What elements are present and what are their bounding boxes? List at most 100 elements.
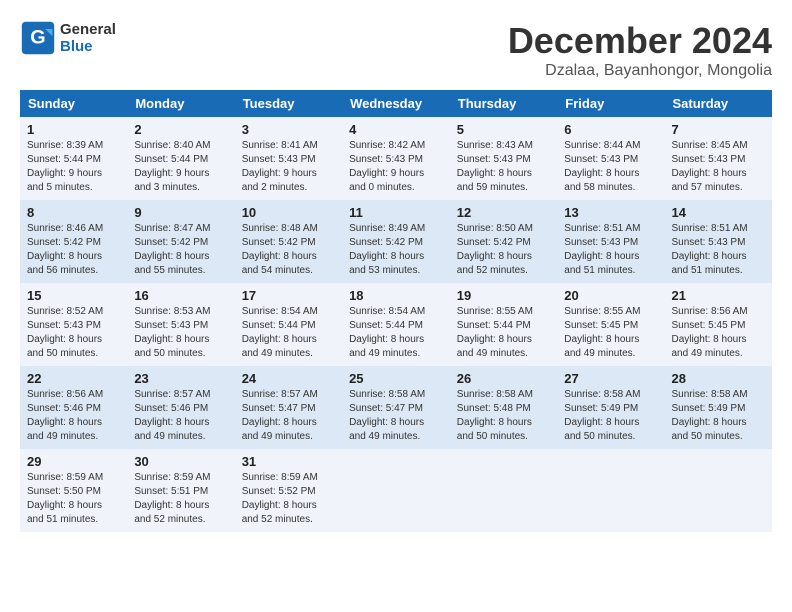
calendar-cell: 3 Sunrise: 8:41 AM Sunset: 5:43 PM Daylig… (235, 117, 342, 200)
day-number: 21 (671, 288, 765, 303)
svg-text:G: G (30, 26, 45, 48)
calendar-cell (664, 449, 772, 532)
day-info: Sunrise: 8:44 AM Sunset: 5:43 PM Dayligh… (564, 139, 657, 195)
logo: G General Blue (20, 20, 116, 56)
weekday-friday: Friday (557, 90, 664, 117)
day-info: Sunrise: 8:52 AM Sunset: 5:43 PM Dayligh… (27, 305, 120, 361)
day-number: 16 (134, 288, 227, 303)
week-row-2: 8 Sunrise: 8:46 AM Sunset: 5:42 PM Daylig… (20, 200, 772, 283)
day-info: Sunrise: 8:53 AM Sunset: 5:43 PM Dayligh… (134, 305, 227, 361)
day-number: 15 (27, 288, 120, 303)
day-number: 8 (27, 205, 120, 220)
day-number: 12 (457, 205, 551, 220)
calendar-cell: 23Sunrise: 8:57 AM Sunset: 5:46 PM Dayli… (127, 366, 234, 449)
day-number: 26 (457, 371, 551, 386)
day-number: 19 (457, 288, 551, 303)
calendar-cell: 6 Sunrise: 8:44 AM Sunset: 5:43 PM Daylig… (557, 117, 664, 200)
week-row-5: 29 Sunrise: 8:59 AM Sunset: 5:50 PM Dayli… (20, 449, 772, 532)
calendar-cell: 29 Sunrise: 8:59 AM Sunset: 5:50 PM Dayli… (20, 449, 127, 532)
week-row-1: 1Sunrise: 8:39 AM Sunset: 5:44 PM Daylig… (20, 117, 772, 200)
calendar-cell: 14Sunrise: 8:51 AM Sunset: 5:43 PM Dayli… (664, 200, 772, 283)
calendar-cell: 25Sunrise: 8:58 AM Sunset: 5:47 PM Dayli… (342, 366, 450, 449)
weekday-thursday: Thursday (450, 90, 558, 117)
weekday-tuesday: Tuesday (235, 90, 342, 117)
day-info: Sunrise: 8:51 AM Sunset: 5:43 PM Dayligh… (671, 222, 765, 278)
day-number: 17 (242, 288, 335, 303)
day-info: Sunrise: 8:50 AM Sunset: 5:42 PM Dayligh… (457, 222, 551, 278)
calendar-cell: 5 Sunrise: 8:43 AM Sunset: 5:43 PM Daylig… (450, 117, 558, 200)
day-info: Sunrise: 8:54 AM Sunset: 5:44 PM Dayligh… (349, 305, 443, 361)
day-number: 18 (349, 288, 443, 303)
day-info: Sunrise: 8:48 AM Sunset: 5:42 PM Dayligh… (242, 222, 335, 278)
day-number: 24 (242, 371, 335, 386)
day-number: 11 (349, 205, 443, 220)
day-number: 27 (564, 371, 657, 386)
header: G General Blue December 2024 Dzalaa, Bay… (20, 20, 772, 80)
logo-icon: G (20, 20, 56, 56)
day-info: Sunrise: 8:49 AM Sunset: 5:42 PM Dayligh… (349, 222, 443, 278)
day-info: Sunrise: 8:59 AM Sunset: 5:52 PM Dayligh… (242, 471, 335, 527)
calendar-cell: 21 Sunrise: 8:56 AM Sunset: 5:45 PM Dayli… (664, 283, 772, 366)
title-area: December 2024 Dzalaa, Bayanhongor, Mongo… (508, 20, 772, 80)
calendar-cell: 7Sunrise: 8:45 AM Sunset: 5:43 PM Daylig… (664, 117, 772, 200)
day-number: 9 (134, 205, 227, 220)
day-info: Sunrise: 8:56 AM Sunset: 5:45 PM Dayligh… (671, 305, 765, 361)
day-info: Sunrise: 8:39 AM Sunset: 5:44 PM Dayligh… (27, 139, 120, 195)
calendar: SundayMondayTuesdayWednesdayThursdayFrid… (20, 90, 772, 532)
day-info: Sunrise: 8:55 AM Sunset: 5:45 PM Dayligh… (564, 305, 657, 361)
calendar-cell: 4 Sunrise: 8:42 AM Sunset: 5:43 PM Daylig… (342, 117, 450, 200)
calendar-cell: 1Sunrise: 8:39 AM Sunset: 5:44 PM Daylig… (20, 117, 127, 200)
day-info: Sunrise: 8:41 AM Sunset: 5:43 PM Dayligh… (242, 139, 335, 195)
day-number: 22 (27, 371, 120, 386)
calendar-cell: 11 Sunrise: 8:49 AM Sunset: 5:42 PM Dayli… (342, 200, 450, 283)
day-number: 6 (564, 122, 657, 137)
day-info: Sunrise: 8:59 AM Sunset: 5:50 PM Dayligh… (27, 471, 120, 527)
day-number: 28 (671, 371, 765, 386)
calendar-cell: 13 Sunrise: 8:51 AM Sunset: 5:43 PM Dayli… (557, 200, 664, 283)
calendar-cell: 17 Sunrise: 8:54 AM Sunset: 5:44 PM Dayli… (235, 283, 342, 366)
day-info: Sunrise: 8:55 AM Sunset: 5:44 PM Dayligh… (457, 305, 551, 361)
calendar-cell: 19 Sunrise: 8:55 AM Sunset: 5:44 PM Dayli… (450, 283, 558, 366)
calendar-cell: 18 Sunrise: 8:54 AM Sunset: 5:44 PM Dayli… (342, 283, 450, 366)
weekday-wednesday: Wednesday (342, 90, 450, 117)
calendar-cell: 9Sunrise: 8:47 AM Sunset: 5:42 PM Daylig… (127, 200, 234, 283)
calendar-cell: 22 Sunrise: 8:56 AM Sunset: 5:46 PM Dayli… (20, 366, 127, 449)
day-number: 30 (134, 454, 227, 469)
calendar-cell: 10 Sunrise: 8:48 AM Sunset: 5:42 PM Dayli… (235, 200, 342, 283)
day-number: 31 (242, 454, 335, 469)
day-info: Sunrise: 8:57 AM Sunset: 5:46 PM Dayligh… (134, 388, 227, 444)
location-title: Dzalaa, Bayanhongor, Mongolia (508, 62, 772, 80)
day-number: 2 (134, 122, 227, 137)
day-info: Sunrise: 8:56 AM Sunset: 5:46 PM Dayligh… (27, 388, 120, 444)
weekday-saturday: Saturday (664, 90, 772, 117)
day-number: 4 (349, 122, 443, 137)
calendar-cell: 2 Sunrise: 8:40 AM Sunset: 5:44 PM Daylig… (127, 117, 234, 200)
day-info: Sunrise: 8:42 AM Sunset: 5:43 PM Dayligh… (349, 139, 443, 195)
day-info: Sunrise: 8:45 AM Sunset: 5:43 PM Dayligh… (671, 139, 765, 195)
day-info: Sunrise: 8:43 AM Sunset: 5:43 PM Dayligh… (457, 139, 551, 195)
day-info: Sunrise: 8:46 AM Sunset: 5:42 PM Dayligh… (27, 222, 120, 278)
day-number: 29 (27, 454, 120, 469)
day-info: Sunrise: 8:51 AM Sunset: 5:43 PM Dayligh… (564, 222, 657, 278)
calendar-cell: 16 Sunrise: 8:53 AM Sunset: 5:43 PM Dayli… (127, 283, 234, 366)
day-number: 5 (457, 122, 551, 137)
week-row-3: 15 Sunrise: 8:52 AM Sunset: 5:43 PM Dayli… (20, 283, 772, 366)
calendar-cell (342, 449, 450, 532)
day-number: 10 (242, 205, 335, 220)
day-number: 13 (564, 205, 657, 220)
day-info: Sunrise: 8:58 AM Sunset: 5:48 PM Dayligh… (457, 388, 551, 444)
weekday-header: SundayMondayTuesdayWednesdayThursdayFrid… (20, 90, 772, 117)
day-info: Sunrise: 8:58 AM Sunset: 5:49 PM Dayligh… (671, 388, 765, 444)
day-info: Sunrise: 8:54 AM Sunset: 5:44 PM Dayligh… (242, 305, 335, 361)
calendar-cell (450, 449, 558, 532)
month-title: December 2024 (508, 20, 772, 62)
day-info: Sunrise: 8:40 AM Sunset: 5:44 PM Dayligh… (134, 139, 227, 195)
day-number: 3 (242, 122, 335, 137)
calendar-cell: 30Sunrise: 8:59 AM Sunset: 5:51 PM Dayli… (127, 449, 234, 532)
day-info: Sunrise: 8:57 AM Sunset: 5:47 PM Dayligh… (242, 388, 335, 444)
calendar-cell: 8 Sunrise: 8:46 AM Sunset: 5:42 PM Daylig… (20, 200, 127, 283)
calendar-cell: 26 Sunrise: 8:58 AM Sunset: 5:48 PM Dayli… (450, 366, 558, 449)
calendar-cell: 12 Sunrise: 8:50 AM Sunset: 5:42 PM Dayli… (450, 200, 558, 283)
calendar-cell: 31 Sunrise: 8:59 AM Sunset: 5:52 PM Dayli… (235, 449, 342, 532)
day-number: 25 (349, 371, 443, 386)
